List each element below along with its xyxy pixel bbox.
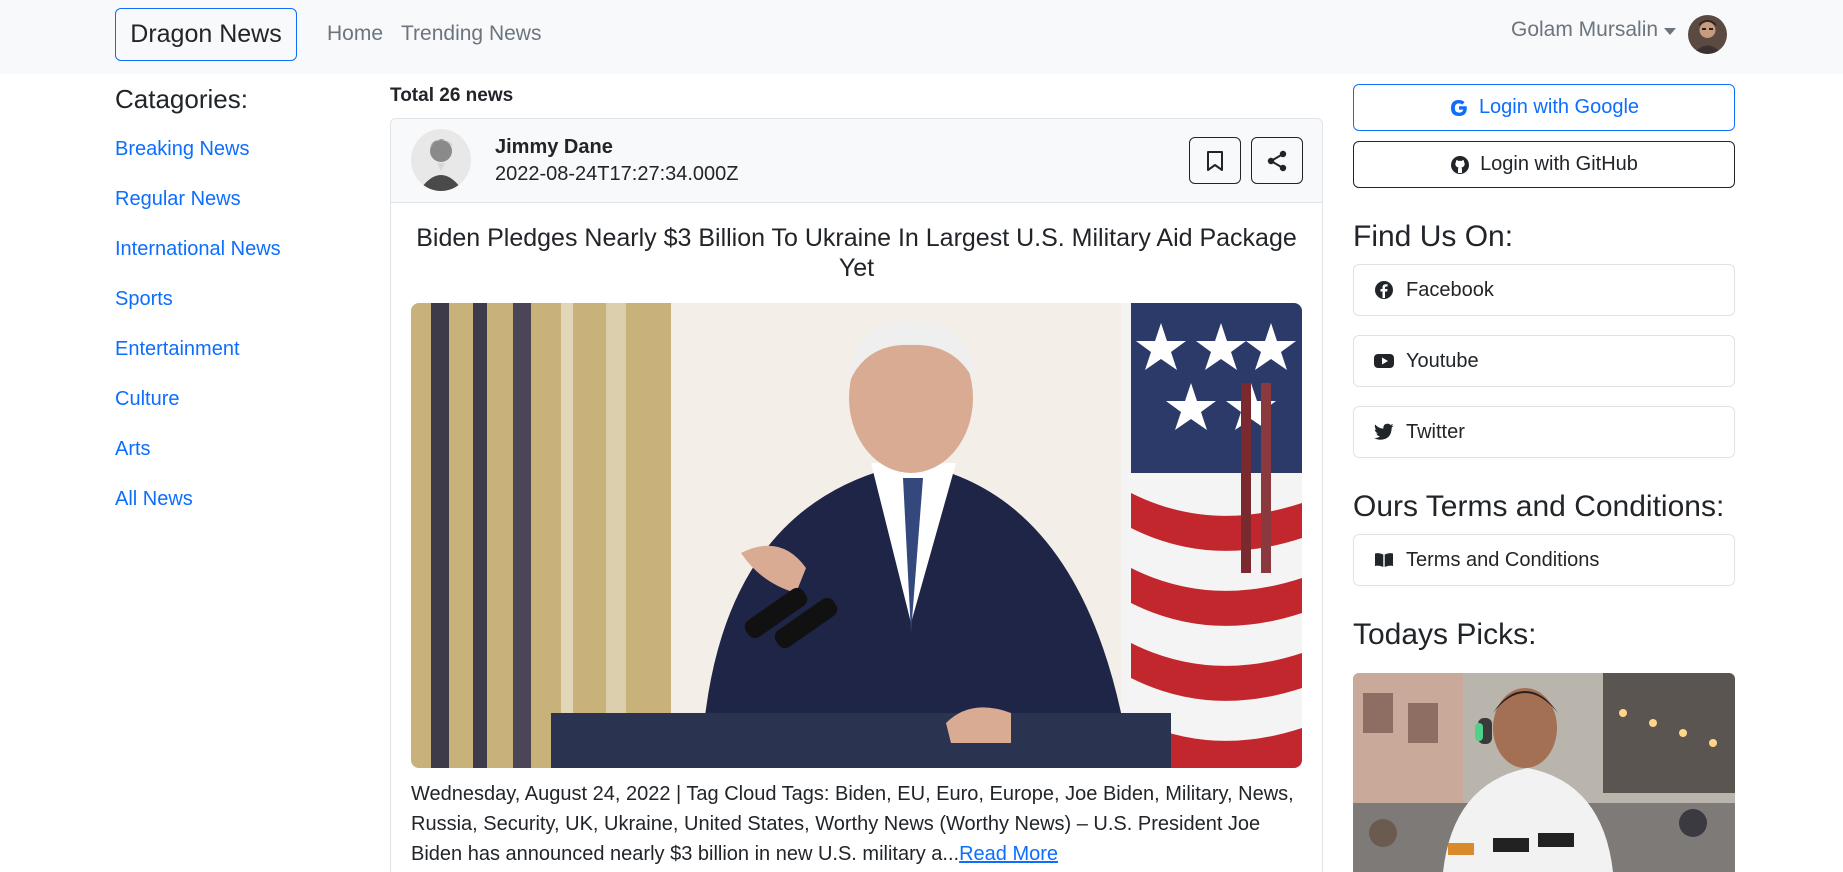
login-github-label: Login with GitHub: [1480, 153, 1638, 175]
social-label-facebook: Facebook: [1406, 278, 1494, 301]
read-more-link[interactable]: Read More: [959, 843, 1058, 865]
category-link-arts[interactable]: Arts: [115, 438, 151, 461]
bookmark-button[interactable]: [1189, 137, 1241, 184]
todays-picks-title: Todays Picks:: [1353, 618, 1537, 651]
facebook-icon: [1375, 281, 1393, 299]
terms-link-label: Terms and Conditions: [1406, 548, 1600, 571]
book-open-icon: [1375, 553, 1393, 567]
bookmark-icon: [1207, 150, 1223, 171]
google-icon: [1450, 99, 1467, 116]
share-button[interactable]: [1251, 137, 1303, 184]
caret-down-icon: [1664, 27, 1677, 35]
social-link-youtube[interactable]: Youtube: [1353, 335, 1735, 387]
news-card-header: Jimmy Dane 2022-08-24T17:27:34.000Z: [391, 119, 1322, 203]
category-link-sports[interactable]: Sports: [115, 288, 173, 311]
brand-logo-button[interactable]: Dragon News: [115, 8, 297, 61]
login-google-label: Login with Google: [1478, 96, 1640, 118]
news-title: Biden Pledges Nearly $3 Billion To Ukrai…: [416, 224, 1297, 282]
news-excerpt-text: Wednesday, August 24, 2022 | Tag Cloud T…: [411, 783, 1294, 865]
category-link-regular-news[interactable]: Regular News: [115, 188, 241, 211]
category-link-culture[interactable]: Culture: [115, 388, 179, 411]
category-link-breaking-news[interactable]: Breaking News: [115, 138, 250, 161]
news-image: [411, 303, 1302, 768]
terms-title: Ours Terms and Conditions:: [1353, 490, 1725, 523]
todays-pick-image[interactable]: [1353, 673, 1735, 872]
github-icon: [1451, 155, 1470, 174]
social-link-facebook[interactable]: Facebook: [1353, 264, 1735, 316]
categories-title: Catagories:: [115, 84, 248, 114]
terms-link[interactable]: Terms and Conditions: [1353, 534, 1735, 586]
login-google-button[interactable]: Login with Google: [1353, 84, 1735, 131]
category-link-all-news[interactable]: All News: [115, 488, 193, 511]
user-name: Golam Mursalin: [1511, 18, 1659, 41]
avatar[interactable]: [1688, 15, 1727, 54]
published-date: 2022-08-24T17:27:34.000Z: [495, 163, 739, 185]
user-menu-dropdown[interactable]: Golam Mursalin: [1511, 18, 1677, 42]
social-label-youtube: Youtube: [1406, 349, 1479, 372]
twitter-icon: [1374, 423, 1394, 440]
news-card: Jimmy Dane 2022-08-24T17:27:34.000Z Bide…: [390, 118, 1323, 872]
social-label-twitter: Twitter: [1406, 420, 1465, 443]
nav-link-trending-news[interactable]: Trending News: [401, 22, 541, 46]
news-excerpt: Wednesday, August 24, 2022 | Tag Cloud T…: [411, 779, 1302, 869]
login-github-button[interactable]: Login with GitHub: [1353, 141, 1735, 188]
author-avatar: [411, 129, 471, 191]
navbar: Dragon News Home Trending News Golam Mur…: [0, 0, 1843, 74]
share-icon: [1267, 150, 1287, 171]
category-link-entertainment[interactable]: Entertainment: [115, 338, 240, 361]
find-us-title: Find Us On:: [1353, 220, 1514, 253]
nav-link-home[interactable]: Home: [327, 22, 383, 46]
author-name: Jimmy Dane: [495, 136, 613, 158]
total-news-count: Total 26 news: [390, 85, 514, 106]
social-link-twitter[interactable]: Twitter: [1353, 406, 1735, 458]
category-link-international-news[interactable]: International News: [115, 238, 281, 261]
youtube-icon: [1374, 354, 1394, 368]
